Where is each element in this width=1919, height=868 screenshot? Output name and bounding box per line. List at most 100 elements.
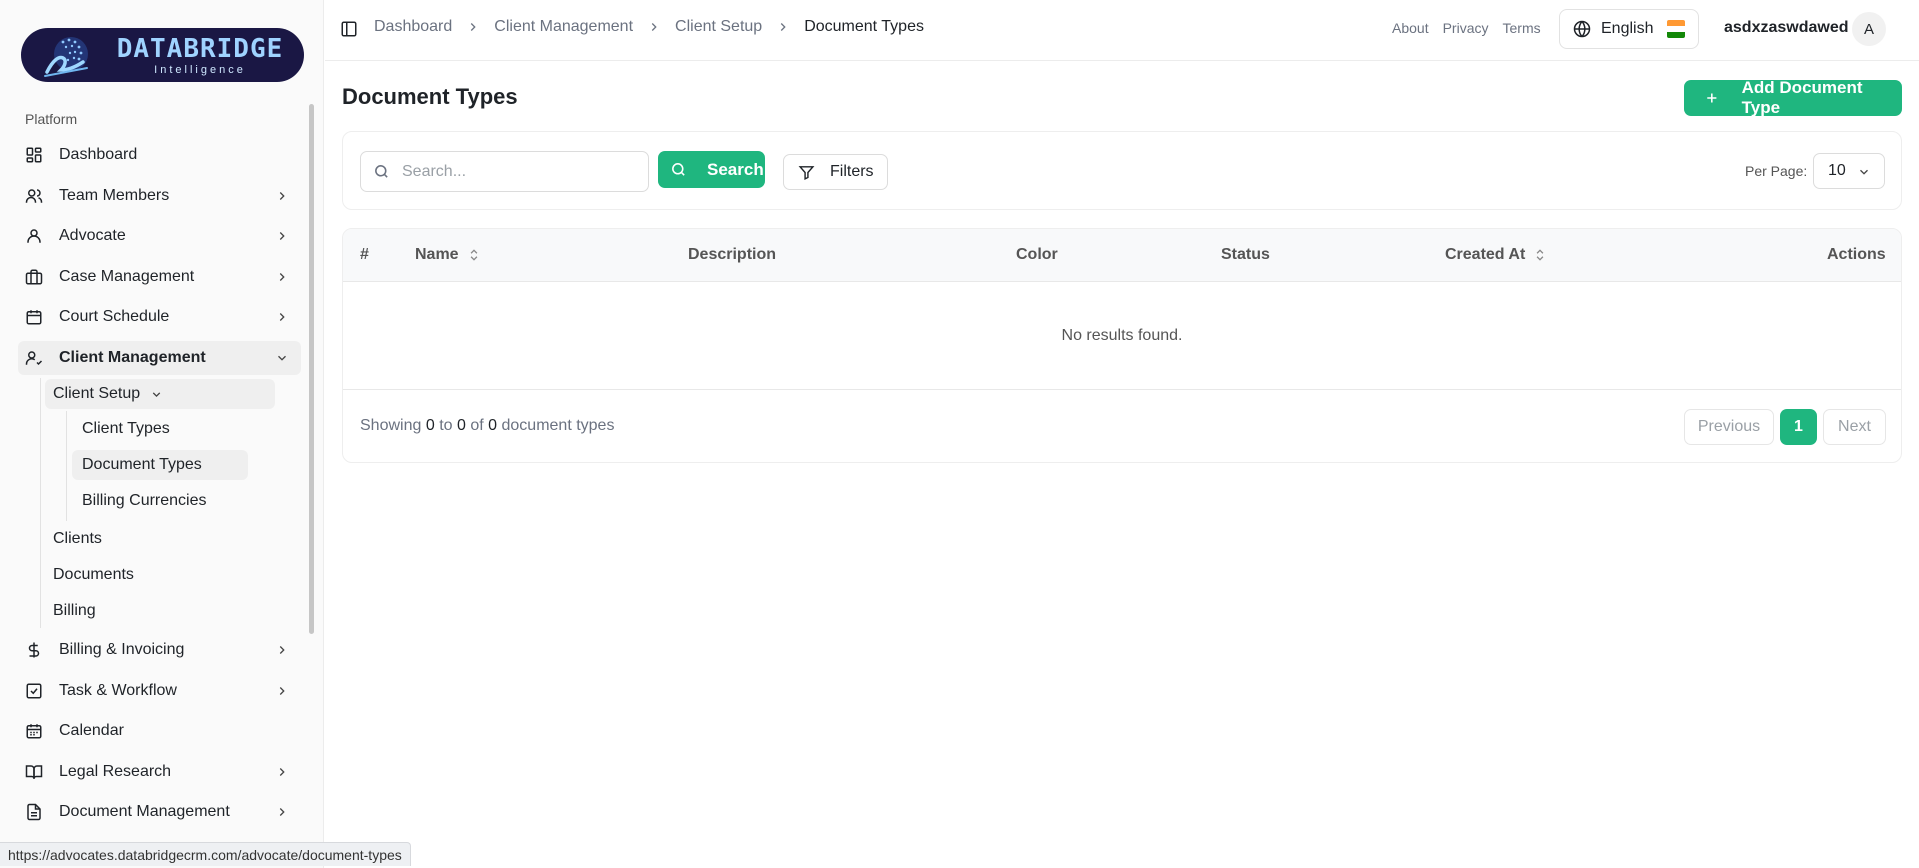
chevron-down-icon xyxy=(152,391,161,397)
search-input[interactable] xyxy=(402,162,632,181)
breadcrumb: Dashboard Client Management Client Setup… xyxy=(374,18,924,36)
per-page-select[interactable]: 10 xyxy=(1813,153,1885,189)
top-links: About Privacy Terms xyxy=(1392,20,1541,36)
per-page-label: Per Page: xyxy=(1745,163,1808,179)
column-header-status: Status xyxy=(1221,246,1270,263)
sidebar-subitem-label: Clients xyxy=(53,530,102,547)
sidebar-item-calendar[interactable]: Calendar xyxy=(18,714,301,748)
nav-group-label: Platform xyxy=(25,111,78,127)
sidebar-item-label: Court Schedule xyxy=(59,308,170,325)
sidebar-item-advocate[interactable]: Advocate xyxy=(18,219,301,253)
search-icon xyxy=(672,163,685,176)
sidebar-subitem-client-types[interactable]: Client Types xyxy=(72,414,248,444)
breadcrumb-current: Document Types xyxy=(804,18,924,35)
pagination-page-1[interactable]: 1 xyxy=(1780,409,1817,445)
logo[interactable]: DATABRIDGE Intelligence xyxy=(21,28,304,82)
calendar-icon xyxy=(26,310,42,325)
sort-icon xyxy=(1536,249,1544,261)
logo-subtitle: Intelligence xyxy=(154,64,246,76)
sidebar-item-label: Advocate xyxy=(59,227,126,244)
sidebar-subitem-label: Document Types xyxy=(82,456,202,473)
briefcase-icon xyxy=(25,269,43,285)
sidebar-item-billing-invoicing[interactable]: Billing & Invoicing xyxy=(18,633,301,667)
chevron-right-icon xyxy=(279,646,285,654)
sidebar-item-label: Case Management xyxy=(59,268,195,285)
sidebar-item-case-management[interactable]: Case Management xyxy=(18,260,301,294)
column-header-created-at[interactable]: Created At xyxy=(1445,246,1547,264)
sidebar-item-label: Team Members xyxy=(59,187,170,204)
sidebar-item-task-workflow[interactable]: Task & Workflow xyxy=(18,674,301,708)
table-header: # Name Description Color Status Created … xyxy=(343,229,1901,282)
chevron-right-icon xyxy=(279,192,285,200)
chevron-down-icon xyxy=(1860,169,1868,175)
sidebar-item-legal-research[interactable]: Legal Research xyxy=(18,755,301,789)
breadcrumb-dashboard[interactable]: Dashboard xyxy=(374,18,452,36)
filters-button[interactable]: Filters xyxy=(783,154,888,190)
breadcrumb-client-management[interactable]: Client Management xyxy=(494,18,633,36)
sidebar-item-dashboard[interactable]: Dashboard xyxy=(18,138,301,172)
sidebar-subitem-clients[interactable]: Clients xyxy=(45,524,275,554)
chevron-right-icon xyxy=(279,232,285,240)
submenu-rail-nested xyxy=(66,411,67,521)
user-name[interactable]: asdxzaswdawed xyxy=(1724,19,1849,37)
sidebar: DATABRIDGE Intelligence Platform Dashboa… xyxy=(0,0,324,868)
sidebar-subitem-label: Billing Currencies xyxy=(82,492,207,509)
chevron-right-icon xyxy=(279,768,285,776)
pagination-previous-button[interactable]: Previous xyxy=(1684,409,1774,445)
dollar-icon xyxy=(28,642,40,658)
sidebar-item-label: Document Management xyxy=(59,803,230,820)
logo-mark-icon xyxy=(44,37,88,77)
sidebar-subitem-label: Client Setup xyxy=(53,385,141,402)
sidebar-toggle-icon[interactable] xyxy=(340,20,358,38)
column-header-actions: Actions xyxy=(1827,246,1886,263)
sidebar-item-label: Task & Workflow xyxy=(59,682,177,699)
search-field[interactable] xyxy=(360,151,649,192)
user-icon xyxy=(27,229,41,243)
language-selector[interactable]: English xyxy=(1559,9,1699,49)
search-icon xyxy=(375,165,388,178)
column-header-color: Color xyxy=(1016,246,1058,263)
sidebar-item-label: Calendar xyxy=(59,722,124,739)
sidebar-subitem-label: Documents xyxy=(53,566,134,583)
search-button[interactable]: Search xyxy=(658,151,765,188)
avatar[interactable]: A xyxy=(1852,12,1886,46)
sidebar-item-client-management[interactable]: Client Management xyxy=(18,341,301,375)
sidebar-item-team-members[interactable]: Team Members xyxy=(18,179,301,213)
checkbox-icon xyxy=(26,683,42,699)
document-types-table: # Name Description Color Status Created … xyxy=(342,228,1902,463)
pagination-next-button[interactable]: Next xyxy=(1823,409,1886,445)
language-label: English xyxy=(1601,20,1654,37)
globe-icon xyxy=(1573,20,1591,38)
status-bar-url: https://advocates.databridgecrm.com/advo… xyxy=(0,842,411,866)
column-header-index: # xyxy=(360,246,369,263)
sidebar-subitem-billing[interactable]: Billing xyxy=(45,596,275,626)
privacy-link[interactable]: Privacy xyxy=(1443,20,1489,36)
chevron-right-icon xyxy=(651,23,657,31)
add-document-type-button[interactable]: Add Document Type xyxy=(1684,78,1902,117)
logo-text: DATABRIDGE Intelligence xyxy=(100,34,300,76)
filter-icon xyxy=(798,165,815,180)
chevron-right-icon xyxy=(780,23,786,31)
chevron-right-icon xyxy=(471,23,476,31)
chevron-right-icon xyxy=(279,313,285,321)
sidebar-subitem-billing-currencies[interactable]: Billing Currencies xyxy=(72,486,248,516)
sidebar-item-label: Legal Research xyxy=(59,763,172,780)
chevron-right-icon xyxy=(279,808,285,816)
logo-title: DATABRIDGE xyxy=(116,34,284,64)
terms-link[interactable]: Terms xyxy=(1503,20,1541,36)
about-link[interactable]: About xyxy=(1392,20,1429,36)
column-header-name[interactable]: Name xyxy=(415,246,481,264)
breadcrumb-client-setup[interactable]: Client Setup xyxy=(675,18,762,36)
sidebar-item-document-management[interactable]: Document Management xyxy=(18,795,301,829)
sidebar-subitem-documents[interactable]: Documents xyxy=(45,560,275,590)
sidebar-subitem-client-setup[interactable]: Client Setup xyxy=(45,379,275,409)
column-header-description: Description xyxy=(688,246,777,263)
sidebar-item-court-schedule[interactable]: Court Schedule xyxy=(18,300,301,334)
sidebar-scrollbar[interactable] xyxy=(309,104,314,634)
chevron-right-icon xyxy=(279,687,285,695)
sort-icon xyxy=(470,249,477,261)
sidebar-subitem-document-types[interactable]: Document Types xyxy=(72,450,248,480)
india-flag-icon xyxy=(1667,20,1686,38)
calendar-days-icon xyxy=(26,724,42,739)
user-check-icon xyxy=(25,351,43,366)
